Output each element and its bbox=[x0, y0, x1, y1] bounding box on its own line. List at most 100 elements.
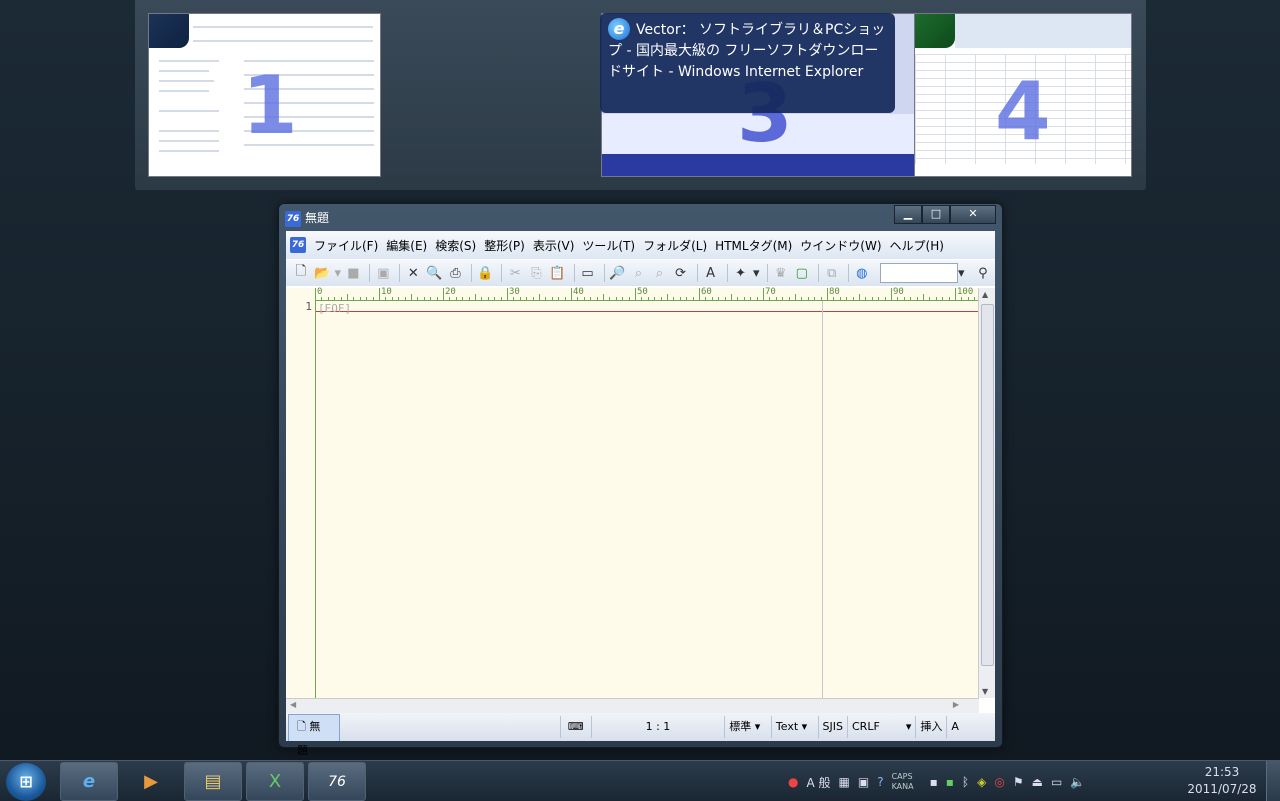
copy-icon[interactable]: ⎘ bbox=[527, 263, 545, 283]
scroll-right-icon[interactable]: ▶ bbox=[953, 700, 959, 709]
ruler-tick bbox=[385, 297, 387, 300]
binoculars-icon[interactable]: ⚲ bbox=[974, 263, 992, 283]
taskbar-excel[interactable]: X bbox=[246, 762, 304, 801]
thumbnail-explorer[interactable]: 1 bbox=[148, 13, 381, 177]
menu-view[interactable]: 表示(V) bbox=[529, 237, 579, 254]
keyboard-icon[interactable]: ⌨ bbox=[559, 716, 591, 738]
newline-select[interactable]: CRLF ▾ bbox=[847, 716, 915, 738]
dropdown-arrow-icon[interactable]: ▾ bbox=[958, 263, 965, 283]
cut-icon[interactable]: ✂ bbox=[506, 263, 524, 283]
menu-file[interactable]: ファイル(F) bbox=[310, 237, 382, 254]
minimize-button[interactable]: ▁ bbox=[894, 205, 922, 224]
mode-select[interactable]: 標準 ▾ bbox=[724, 716, 771, 738]
ruler-label: 50 bbox=[637, 287, 648, 297]
ime-mode[interactable]: A 般 bbox=[806, 774, 830, 791]
show-desktop-button[interactable] bbox=[1266, 761, 1280, 801]
ruler-tick bbox=[878, 297, 880, 300]
open-folder-icon[interactable]: 📂 bbox=[313, 263, 331, 283]
ruler-tick bbox=[609, 297, 611, 300]
scroll-left-icon[interactable]: ◀ bbox=[290, 700, 296, 709]
ruler-label: 20 bbox=[445, 287, 456, 297]
window-icon[interactable]: ▭ bbox=[578, 263, 596, 283]
ruler-tick bbox=[769, 297, 771, 300]
taskbar-media[interactable]: ▶ bbox=[122, 762, 180, 801]
filetype-select[interactable]: Text ▾ bbox=[770, 716, 818, 738]
new-file-icon[interactable]: 🗋 bbox=[292, 263, 310, 283]
excel-icon bbox=[915, 14, 955, 48]
menu-format[interactable]: 整形(P) bbox=[480, 237, 529, 254]
print-preview-icon[interactable]: 🔍 bbox=[425, 263, 443, 283]
find-next-icon[interactable]: ⌕ bbox=[629, 263, 647, 283]
lock-icon[interactable]: 🔒 bbox=[476, 263, 494, 283]
scroll-thumb[interactable] bbox=[981, 304, 994, 666]
horizontal-scrollbar[interactable]: ◀ ▶ bbox=[286, 698, 979, 713]
ruler-tick bbox=[628, 297, 630, 300]
ruler-tick bbox=[468, 297, 470, 300]
ruler-tick bbox=[852, 297, 854, 300]
document-tab[interactable]: 🗋 無題 bbox=[288, 713, 340, 757]
menu-edit[interactable]: 編集(E) bbox=[382, 237, 431, 254]
ruler-tick bbox=[372, 297, 374, 300]
network-icon[interactable]: ▭ bbox=[1051, 775, 1062, 789]
help-icon[interactable]: ? bbox=[877, 775, 883, 789]
search-icon[interactable]: 🔎 bbox=[608, 263, 626, 283]
save-all-icon[interactable]: ■ bbox=[344, 263, 362, 283]
thumbnail-excel[interactable]: 4 bbox=[914, 13, 1132, 177]
start-button[interactable]: ⊞ bbox=[6, 763, 46, 801]
ruler-tick bbox=[679, 297, 681, 300]
dropdown-arrow-icon[interactable]: ▾ bbox=[334, 263, 341, 283]
menu-help[interactable]: ヘルプ(H) bbox=[886, 237, 948, 254]
search-combo[interactable] bbox=[879, 263, 958, 283]
editor-window: 76 無題 ▁ □ ✕ 76 ファイル(F) 編集(E) 検索(S) 整形(P) … bbox=[278, 203, 1003, 757]
paste-icon[interactable]: 📋 bbox=[548, 263, 566, 283]
green-box-icon[interactable]: ▢ bbox=[793, 263, 811, 283]
menu-html-tag[interactable]: HTMLタグ(M) bbox=[711, 237, 796, 254]
compare-icon[interactable]: ⧉ bbox=[823, 263, 841, 283]
ruler-tick bbox=[961, 297, 963, 300]
clock[interactable]: 21:53 2011/07/28 bbox=[1182, 764, 1262, 798]
scroll-down-icon[interactable]: ▼ bbox=[982, 687, 988, 696]
scroll-up-icon[interactable]: ▲ bbox=[982, 290, 988, 299]
maximize-button[interactable]: □ bbox=[922, 205, 950, 224]
flag-icon[interactable]: ⚑ bbox=[1013, 775, 1024, 789]
ruler-tick bbox=[935, 297, 937, 300]
taskbar-editor[interactable]: 76 bbox=[308, 762, 366, 801]
save-icon[interactable]: ▣ bbox=[374, 263, 392, 283]
print-icon[interactable]: ⎙ bbox=[446, 263, 464, 283]
taskbar-explorer[interactable]: ▤ bbox=[184, 762, 242, 801]
insert-mode[interactable]: 挿入 bbox=[915, 716, 946, 738]
replace-icon[interactable]: ⟳ bbox=[672, 263, 690, 283]
menu-window[interactable]: ウインドウ(W) bbox=[796, 237, 885, 254]
ime-tool-icon[interactable]: ▣ bbox=[858, 775, 869, 789]
volume-icon[interactable]: 🔈 bbox=[1070, 775, 1085, 789]
menu-folder[interactable]: フォルダ(L) bbox=[639, 237, 711, 254]
menu-app-icon[interactable]: 76 bbox=[290, 237, 306, 253]
usb-icon[interactable]: ⏏ bbox=[1032, 775, 1043, 789]
find-prev-icon[interactable]: ⌕ bbox=[651, 263, 669, 283]
column-ruler: 0 10 20 30 40 50 60 70 80 90 100 bbox=[315, 287, 979, 301]
encoding[interactable]: SJIS bbox=[817, 716, 847, 738]
ruler-tick bbox=[590, 297, 592, 300]
ruler-tick bbox=[846, 297, 848, 300]
bluetooth-icon[interactable]: ᛒ bbox=[962, 775, 969, 789]
taskbar-ie[interactable]: e bbox=[60, 762, 118, 801]
ime-pad-icon[interactable]: ▦ bbox=[839, 775, 850, 789]
vertical-scrollbar[interactable]: ▲ ▼ bbox=[978, 288, 995, 698]
tray-icon-3[interactable]: ◈ bbox=[977, 775, 986, 789]
close-doc-icon[interactable]: ✕ bbox=[404, 263, 422, 283]
ruler-tick bbox=[737, 297, 739, 300]
ruler-tick bbox=[430, 297, 432, 300]
tray-icon-4[interactable]: ◎ bbox=[994, 775, 1004, 789]
tray-icon-1[interactable]: ▪ bbox=[930, 775, 938, 789]
font-color-icon[interactable]: A bbox=[702, 263, 720, 283]
menu-search[interactable]: 検索(S) bbox=[431, 237, 480, 254]
crown-icon[interactable]: ♛ bbox=[772, 263, 790, 283]
browser-icon[interactable]: ◍ bbox=[853, 263, 871, 283]
menu-tools[interactable]: ツール(T) bbox=[578, 237, 639, 254]
tray-icon-2[interactable]: ▪ bbox=[946, 775, 954, 789]
text-editor[interactable]: [EOF] bbox=[316, 301, 979, 698]
close-button[interactable]: ✕ bbox=[950, 205, 996, 224]
magic-icon[interactable]: ✦ bbox=[732, 263, 750, 283]
dropdown-arrow-icon[interactable]: ▾ bbox=[753, 263, 760, 283]
alert-icon[interactable]: ● bbox=[788, 775, 798, 789]
